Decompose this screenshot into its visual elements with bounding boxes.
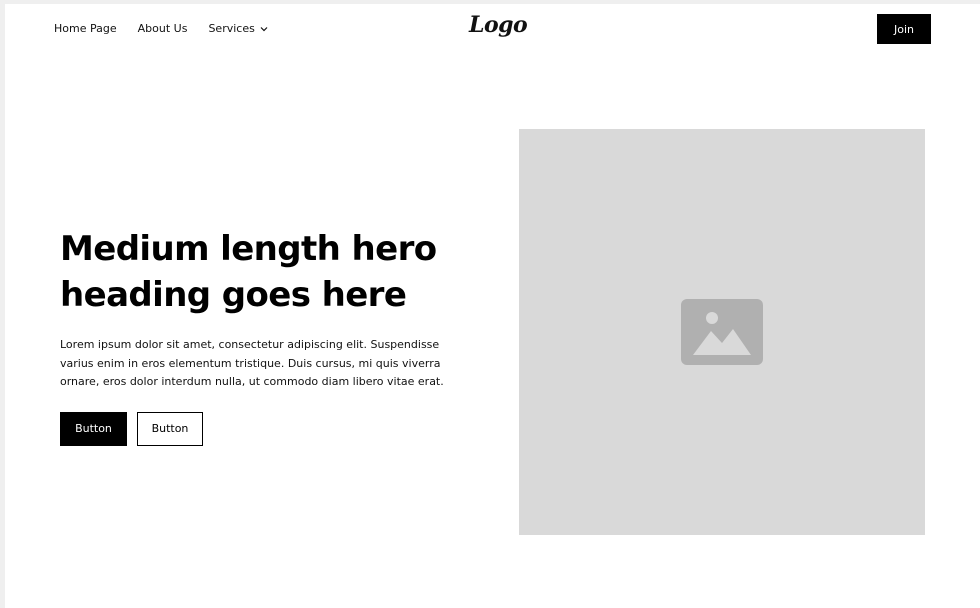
image-placeholder-icon	[681, 299, 763, 365]
nav-link-home[interactable]: Home Page	[54, 20, 117, 38]
hero-heading: Medium length hero heading goes here	[60, 229, 437, 315]
secondary-button[interactable]: Button	[137, 411, 203, 446]
hero-buttons: Button Button	[60, 411, 480, 446]
nav-link-services[interactable]: Services	[208, 20, 268, 38]
nav-link-services-label: Services	[208, 22, 255, 35]
primary-button[interactable]: Button	[60, 411, 127, 446]
logo[interactable]: Logo	[469, 12, 528, 38]
chevron-down-icon	[260, 27, 268, 32]
navbar: Home Page About Us Services Logo Join	[5, 4, 980, 54]
join-button[interactable]: Join	[877, 14, 931, 44]
hero-image-placeholder	[519, 129, 925, 535]
nav-link-about[interactable]: About Us	[138, 20, 188, 38]
hero-content: Medium length hero heading goes here Lor…	[60, 226, 480, 446]
nav-links: Home Page About Us Services	[54, 20, 269, 38]
hero-paragraph: Lorem ipsum dolor sit amet, consectetur …	[60, 338, 444, 388]
page-frame: Home Page About Us Services Logo Join Me…	[5, 4, 980, 608]
